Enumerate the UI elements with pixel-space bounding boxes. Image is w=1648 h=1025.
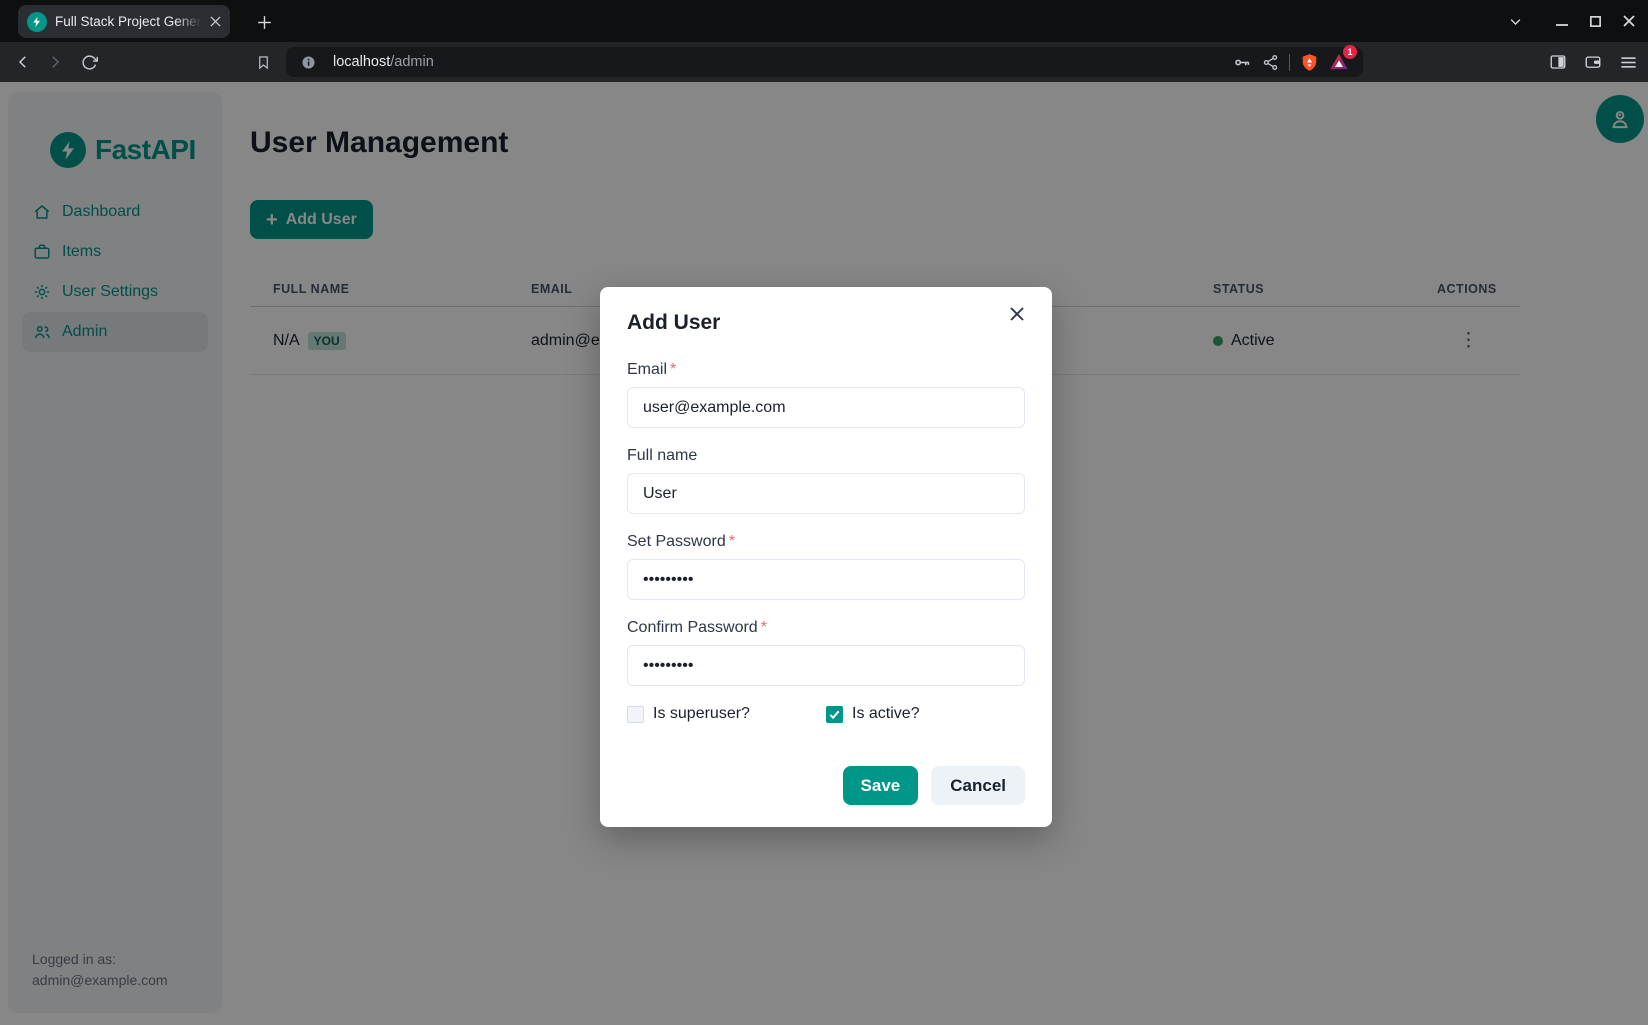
bookmark-icon[interactable] <box>248 42 278 82</box>
browser-tab[interactable]: Full Stack Project Genera <box>18 5 230 38</box>
required-asterisk: * <box>670 361 676 378</box>
full-name-field[interactable] <box>627 473 1025 514</box>
confirm-password-label: Confirm Password* <box>627 619 1025 637</box>
confirm-password-field-group: Confirm Password* <box>627 619 1025 686</box>
checkbox-icon[interactable] <box>627 706 644 723</box>
checkbox-icon[interactable] <box>826 706 843 723</box>
cancel-button[interactable]: Cancel <box>931 766 1025 805</box>
tab-bar: Full Stack Project Genera <box>0 0 1648 42</box>
back-button[interactable] <box>8 42 38 82</box>
email-field[interactable] <box>627 387 1025 428</box>
wallet-icon[interactable] <box>1584 53 1602 71</box>
full-name-label: Full name <box>627 447 1025 465</box>
set-password-field[interactable] <box>627 559 1025 600</box>
set-password-label: Set Password* <box>627 533 1025 551</box>
tab-title: Full Stack Project Genera <box>55 14 202 29</box>
modal-actions: Save Cancel <box>627 766 1025 805</box>
fastapi-favicon-icon <box>27 12 47 32</box>
tab-close-icon[interactable] <box>210 16 221 27</box>
confirm-password-field[interactable] <box>627 645 1025 686</box>
email-field-group: Email* <box>627 361 1025 428</box>
brave-rewards-icon[interactable]: 1 <box>1329 52 1349 72</box>
share-icon[interactable] <box>1262 54 1279 71</box>
checkbox-row: Is superuser? Is active? <box>627 705 1025 723</box>
maximize-button[interactable] <box>1589 15 1602 28</box>
is-superuser-label: Is superuser? <box>653 705 750 723</box>
page-viewport: FastAPI Dashboard Items User Settings <box>0 82 1648 1025</box>
url-host: localhost <box>333 54 390 70</box>
email-label: Email* <box>627 361 1025 379</box>
is-superuser-checkbox[interactable]: Is superuser? <box>627 705 826 723</box>
add-user-modal: Add User Email* Full name Set Password* … <box>600 287 1052 827</box>
browser-toolbar: localhost/admin 1 <box>0 42 1648 82</box>
forward-button[interactable] <box>40 42 70 82</box>
close-button[interactable] <box>1622 14 1636 28</box>
browser-chrome: Full Stack Project Genera <box>0 0 1648 82</box>
set-password-field-group: Set Password* <box>627 533 1025 600</box>
password-key-icon[interactable] <box>1233 53 1252 72</box>
is-active-checkbox[interactable]: Is active? <box>826 705 1025 723</box>
address-bar[interactable]: localhost/admin 1 <box>286 47 1363 77</box>
is-active-label: Is active? <box>852 705 920 723</box>
toolbar-divider <box>1289 54 1290 71</box>
required-asterisk: * <box>729 533 735 550</box>
site-info-icon[interactable] <box>300 54 317 71</box>
new-tab-button[interactable] <box>250 8 278 36</box>
full-name-field-group: Full name <box>627 447 1025 514</box>
sidebar-toggle-icon[interactable] <box>1549 53 1567 71</box>
reload-button[interactable] <box>74 42 104 82</box>
url-path: /admin <box>390 54 434 70</box>
url-text: localhost/admin <box>333 54 434 70</box>
required-asterisk: * <box>761 619 767 636</box>
rewards-badge: 1 <box>1343 45 1357 59</box>
modal-close-icon[interactable] <box>1006 303 1028 325</box>
menu-icon[interactable] <box>1619 53 1638 72</box>
minimize-button[interactable] <box>1555 14 1569 28</box>
brave-shield-icon[interactable] <box>1300 53 1319 72</box>
tab-search-chevron-icon[interactable] <box>1508 14 1523 29</box>
modal-title: Add User <box>627 311 1025 335</box>
save-button[interactable]: Save <box>843 766 919 805</box>
